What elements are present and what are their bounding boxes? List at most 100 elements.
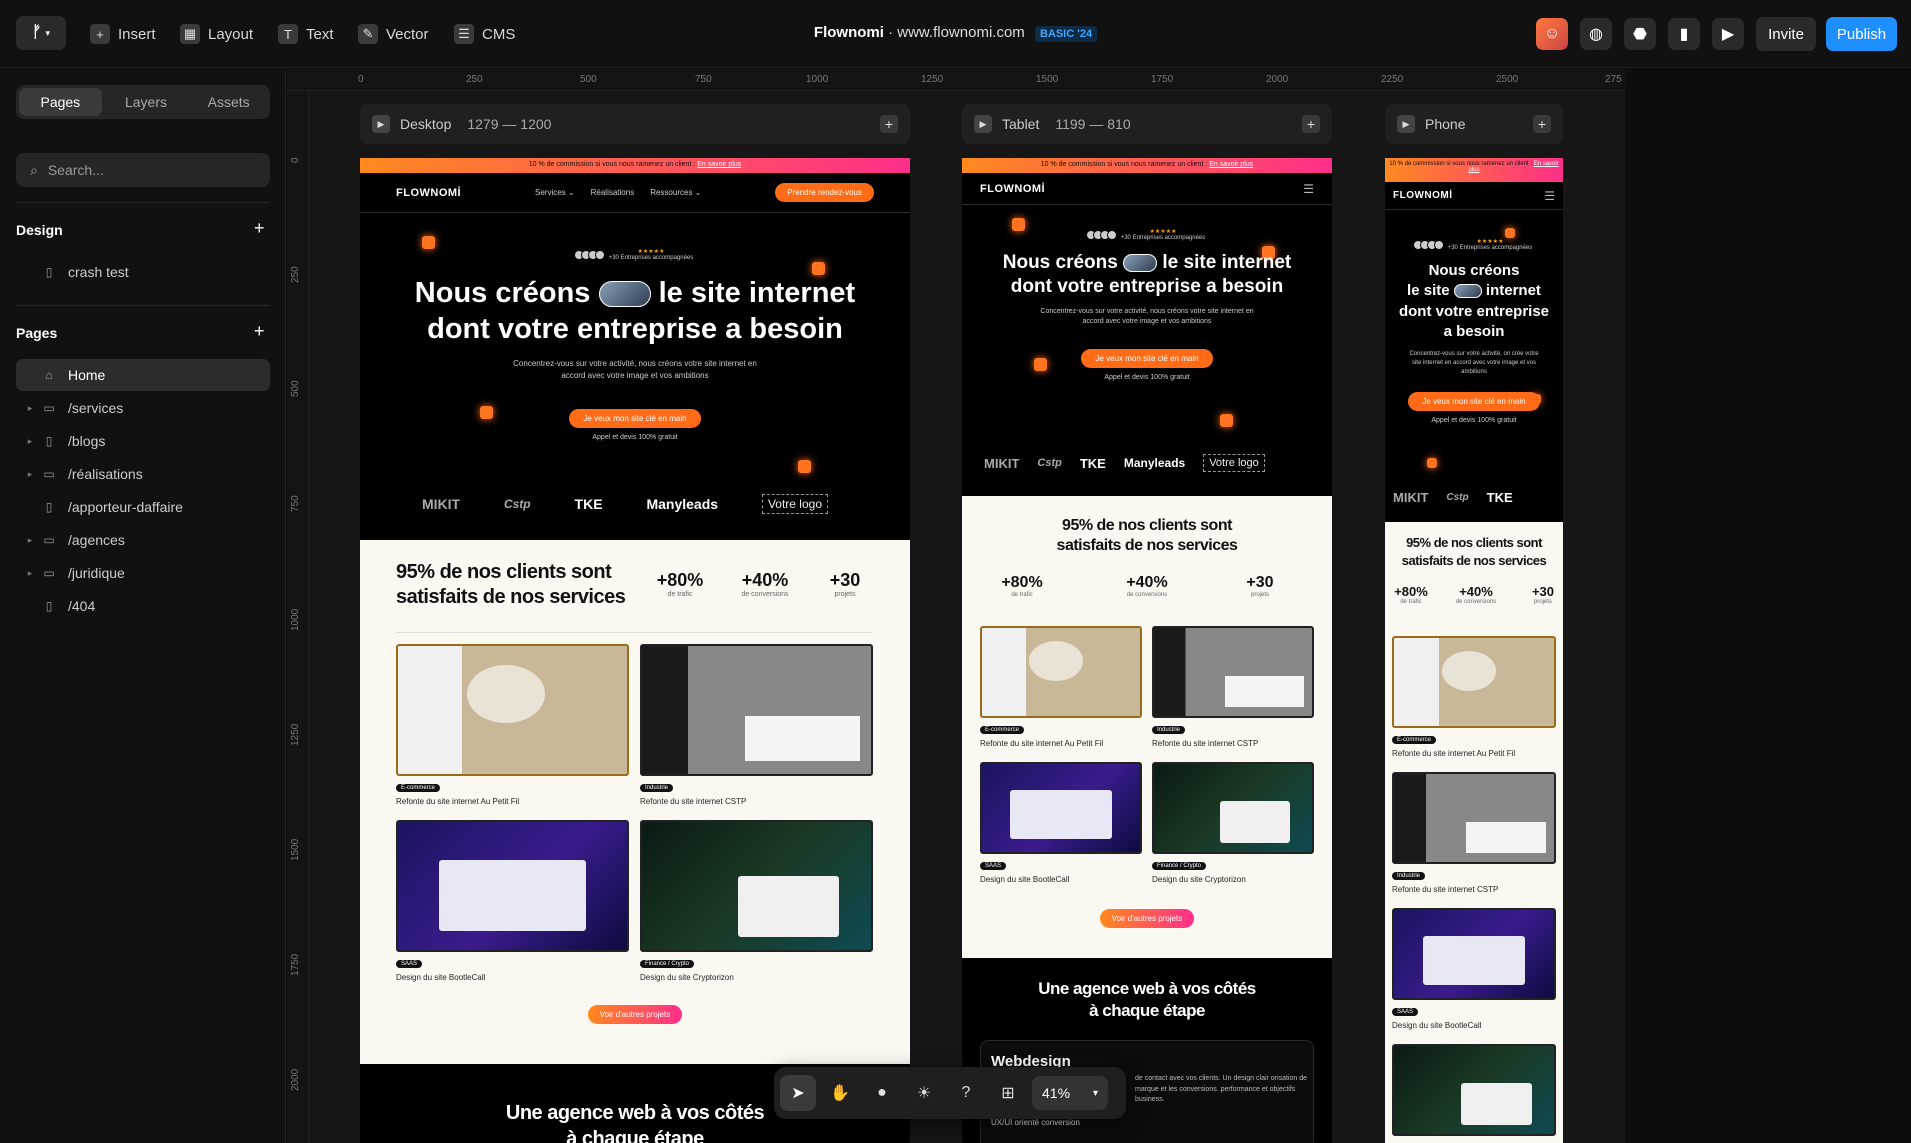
analytics-button[interactable]: ▮ [1668, 18, 1700, 50]
design-item-crash-test[interactable]: ▯ crash test [16, 256, 270, 288]
breakpoint-size: 1199 — 810 [1055, 116, 1131, 132]
search-icon: ⌕ [30, 161, 38, 178]
more-projects-button[interactable]: Voir d'autres projets [1099, 909, 1195, 928]
desktop-frame[interactable]: 10 % de commission si vous nous ramenez … [360, 158, 910, 1143]
nav-ressources[interactable]: Ressources ⌄ [650, 188, 701, 197]
hero-cta-button[interactable]: Je veux mon site clé en main [1081, 348, 1213, 368]
hero-title: Nous créons le site internet dont votre … [414, 277, 856, 346]
tab-pages[interactable]: Pages [19, 88, 102, 116]
play-icon[interactable]: ▶ [1397, 115, 1415, 133]
add-page-button[interactable]: + [254, 321, 265, 342]
tab-assets[interactable]: Assets [187, 85, 270, 119]
project-card[interactable]: Industrie Refonte du site internet CSTP [1392, 772, 1556, 894]
plus-icon: + [1537, 116, 1547, 132]
page-icon: ▯ [45, 500, 53, 514]
comment-tool[interactable]: ● [864, 1075, 900, 1111]
nav-cta-button[interactable]: Prendre rendez-vous [775, 183, 874, 202]
chevron-right-icon[interactable]: ▸ [24, 403, 36, 414]
left-sidebar: Pages Layers Assets ⌕ Search... Design +… [0, 69, 286, 1143]
ruler-tick: 750 [290, 495, 301, 512]
phone-frame[interactable]: 10 % de commission si vous nous ramenez … [1385, 158, 1563, 1143]
search-input[interactable]: ⌕ Search... [16, 153, 270, 187]
tablet-frame[interactable]: 10 % de commission si vous nous ramenez … [962, 158, 1332, 1143]
page-icon: ▯ [45, 599, 53, 613]
sidebar-page-apporteur-daffaire[interactable]: ▯ /apporteur-daffaire [16, 491, 270, 523]
sidebar-page-blogs[interactable]: ▸ ▯ /blogs [16, 425, 270, 457]
add-breakpoint-button[interactable]: + [1533, 115, 1551, 133]
ruler-tick: 0 [358, 74, 364, 85]
more-projects-button[interactable]: Voir d'autres projets [587, 1005, 683, 1024]
hero-subtitle: Concentrez-vous sur votre activité, on c… [1409, 351, 1539, 375]
zoom-select[interactable]: 41% ▾ [1032, 1076, 1108, 1110]
sidebar-page-realisations[interactable]: ▸ ▭ /réalisations [16, 458, 270, 490]
preview-button[interactable]: ▶ [1712, 18, 1744, 50]
project-card[interactable]: Industrie Refonte du site internet CSTP [1152, 626, 1314, 748]
project-card[interactable]: SAAS Design du site BootleCall [980, 762, 1142, 884]
project-card[interactable]: E-commerce Refonte du site internet Au P… [980, 626, 1142, 748]
hero-cta-button[interactable]: Je veux mon site clé en main [569, 408, 701, 428]
chevron-right-icon[interactable]: ▸ [24, 535, 36, 546]
sidebar-page-services[interactable]: ▸ ▭ /services [16, 392, 270, 424]
hand-tool[interactable]: ✋ [822, 1075, 858, 1111]
site-logo[interactable]: FLOWNOMİ [396, 187, 461, 199]
promo-link[interactable]: En savoir plus [697, 161, 741, 168]
right-panel [1625, 69, 1911, 1143]
sidebar-page-404[interactable]: ▯ /404 [16, 590, 270, 622]
project-card[interactable]: E-commerce Refonte du site internet Au P… [1392, 636, 1556, 758]
user-avatar[interactable]: ☺ [1536, 18, 1568, 50]
breakpoint-tablet-header[interactable]: ▶ Tablet 1199 — 810 + [962, 104, 1332, 144]
breakpoint-desktop-header[interactable]: ▶ Desktop 1279 — 1200 + [360, 104, 910, 144]
project-card[interactable] [1392, 1044, 1556, 1136]
chevron-right-icon[interactable]: ▸ [24, 436, 36, 447]
play-icon[interactable]: ▶ [372, 115, 390, 133]
breakpoint-name: Phone [1425, 116, 1466, 132]
tab-layers[interactable]: Layers [105, 85, 188, 119]
sidebar-page-agences[interactable]: ▸ ▭ /agences [16, 524, 270, 556]
sidebar-page-juridique[interactable]: ▸ ▭ /juridique [16, 557, 270, 589]
add-breakpoint-button[interactable]: + [880, 115, 898, 133]
project-card[interactable]: Industrie Refonte du site internet CSTP [640, 644, 873, 806]
play-icon[interactable]: ▶ [974, 115, 992, 133]
project-tag: Industrie [640, 784, 674, 792]
avatar-icon: ☺ [1543, 25, 1561, 42]
hero-note: Appel et devis 100% gratuit [592, 433, 678, 441]
grid-button[interactable]: ⊞ [990, 1075, 1026, 1111]
sidebar-page-home[interactable]: ⌂ Home [16, 359, 270, 391]
settings-button[interactable]: ⬣ [1624, 18, 1656, 50]
page-label: /blogs [68, 433, 106, 449]
sidebar-tabs: Pages Layers Assets [16, 85, 270, 119]
publish-button[interactable]: Publish [1826, 17, 1897, 51]
nav-services[interactable]: Services ⌄ [535, 188, 575, 197]
add-breakpoint-button[interactable]: + [1302, 115, 1320, 133]
project-card[interactable]: SAAS Design du site BootleCall [396, 820, 629, 982]
bar-chart-icon: ▮ [1679, 26, 1689, 43]
help-button[interactable]: ? [948, 1075, 984, 1111]
chevron-right-icon[interactable]: ▸ [24, 469, 36, 480]
project-card[interactable]: E-commerce Refonte du site internet Au P… [396, 644, 629, 806]
project-card[interactable]: Finance / Crypto Design du site Cryptori… [640, 820, 873, 982]
invite-button[interactable]: Invite [1756, 17, 1816, 51]
promo-link[interactable]: En savoir plus [1209, 161, 1253, 168]
breakpoint-phone-header[interactable]: ▶ Phone + [1385, 104, 1563, 144]
divider [16, 305, 270, 306]
comment-icon: ● [877, 1084, 887, 1101]
ruler-tick: 500 [580, 74, 597, 85]
globe-icon: ◍ [1589, 26, 1603, 43]
decor-cube [1505, 228, 1515, 238]
ruler-tick: 1500 [1036, 74, 1059, 85]
chevron-right-icon[interactable]: ▸ [24, 568, 36, 579]
site-logo[interactable]: FLOWNOMİ [980, 183, 1045, 195]
nav-realisations[interactable]: Réalisations [591, 188, 635, 197]
site-logo[interactable]: FLOWNOMİ [1393, 190, 1453, 201]
project-card[interactable]: SAAS Design du site BootleCall [1392, 908, 1556, 1030]
hero-cta-button[interactable]: Je veux mon site clé en main [1408, 392, 1540, 411]
add-design-button[interactable]: + [254, 218, 265, 239]
menu-icon[interactable]: ☰ [1303, 182, 1314, 196]
theme-toggle[interactable]: ☀ [906, 1075, 942, 1111]
ruler-tick: 1750 [290, 953, 301, 976]
menu-icon[interactable]: ☰ [1544, 189, 1555, 203]
canvas-toolbar: ➤ ✋ ● ☀ ? ⊞ 41% ▾ [774, 1067, 1126, 1119]
project-card[interactable]: Finance / Crypto Design du site Cryptori… [1152, 762, 1314, 884]
globe-button[interactable]: ◍ [1580, 18, 1612, 50]
select-tool[interactable]: ➤ [780, 1075, 816, 1111]
